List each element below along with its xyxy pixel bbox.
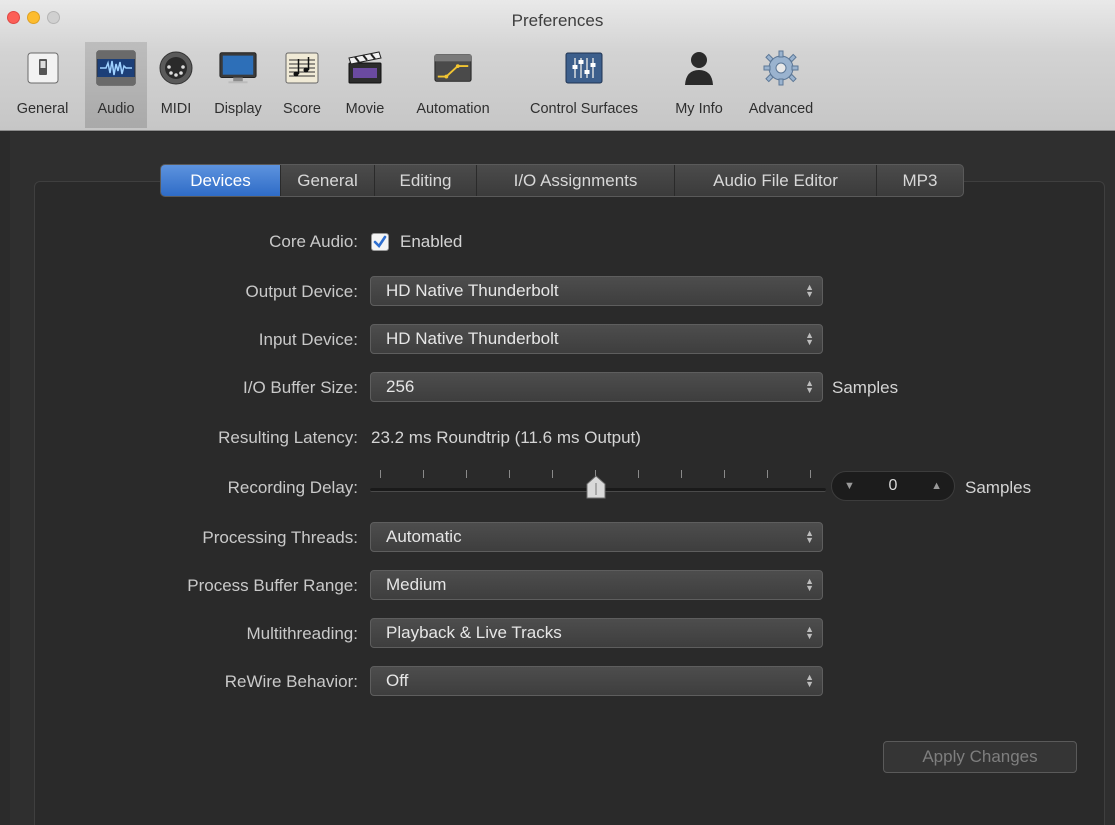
slider-tick bbox=[638, 470, 639, 478]
popup-arrows-icon: ▲ ▼ bbox=[805, 576, 814, 593]
tab-editing[interactable]: Editing bbox=[375, 165, 477, 196]
multithreading-value: Playback & Live Tracks bbox=[386, 623, 562, 642]
checkmark-icon bbox=[373, 235, 387, 249]
popup-arrows-icon: ▲ ▼ bbox=[805, 624, 814, 641]
toolbar-label: MIDI bbox=[160, 101, 192, 117]
toolbar-item-score[interactable]: Score bbox=[271, 42, 333, 128]
gear-icon bbox=[761, 48, 801, 88]
processing-threads-popup[interactable]: Automatic ▲ ▼ bbox=[370, 522, 823, 552]
popup-arrows-icon: ▲ ▼ bbox=[805, 330, 814, 347]
toolbar-label: Display bbox=[214, 101, 262, 117]
slider-tick bbox=[724, 470, 725, 478]
core-audio-checkbox[interactable] bbox=[371, 233, 389, 251]
faders-icon bbox=[564, 48, 604, 88]
output-device-label: Output Device: bbox=[245, 282, 358, 301]
monitor-icon bbox=[218, 48, 258, 88]
toolbar-label: My Info bbox=[675, 101, 723, 117]
waveform-icon bbox=[96, 48, 136, 88]
apply-changes-button[interactable]: Apply Changes bbox=[883, 741, 1077, 773]
preferences-content: Devices General Editing I/O Assignments … bbox=[10, 132, 1115, 825]
rewire-behavior-popup[interactable]: Off ▲ ▼ bbox=[370, 666, 823, 696]
toolbar-item-midi[interactable]: MIDI bbox=[147, 42, 205, 128]
io-buffer-size-label: I/O Buffer Size: bbox=[243, 378, 358, 397]
resulting-latency-value: 23.2 ms Roundtrip (11.6 ms Output) bbox=[371, 428, 641, 447]
processing-threads-value: Automatic bbox=[386, 527, 462, 546]
toolbar-label: Movie bbox=[345, 101, 385, 117]
popup-arrows-icon: ▲ ▼ bbox=[805, 282, 814, 299]
person-icon bbox=[679, 48, 719, 88]
toolbar-item-automation[interactable]: Automation bbox=[397, 42, 509, 128]
preferences-toolbar: General Audio MIDI Display Score Movie A… bbox=[0, 42, 823, 128]
window-titlebar: Preferences General Audio MIDI Display S… bbox=[0, 0, 1115, 131]
rewire-behavior-value: Off bbox=[386, 671, 409, 690]
resulting-latency-label: Resulting Latency: bbox=[218, 428, 358, 447]
toolbar-item-movie[interactable]: Movie bbox=[333, 42, 397, 128]
output-device-value: HD Native Thunderbolt bbox=[386, 281, 559, 300]
audio-tab-bar: Devices General Editing I/O Assignments … bbox=[160, 164, 964, 197]
toolbar-label: General bbox=[16, 101, 69, 117]
core-audio-enabled-label[interactable]: Enabled bbox=[400, 232, 462, 252]
slider-tick bbox=[681, 470, 682, 478]
toolbar-label: Advanced bbox=[748, 101, 814, 117]
io-buffer-size-popup[interactable]: 256 ▲ ▼ bbox=[370, 372, 823, 402]
window-title: Preferences bbox=[511, 11, 604, 30]
tab-mp3[interactable]: MP3 bbox=[877, 165, 963, 196]
io-buffer-size-value: 256 bbox=[386, 377, 415, 396]
io-buffer-size-unit: Samples bbox=[832, 378, 899, 397]
tab-devices[interactable]: Devices bbox=[161, 165, 281, 196]
toolbar-item-control-surfaces[interactable]: Control Surfaces bbox=[509, 42, 659, 128]
decrement-arrow-icon[interactable]: ▼ bbox=[844, 480, 855, 492]
tab-audio-file-editor[interactable]: Audio File Editor bbox=[675, 165, 877, 196]
slider-tick bbox=[810, 470, 811, 478]
popup-arrows-icon: ▲ ▼ bbox=[805, 528, 814, 545]
multithreading-label: Multithreading: bbox=[246, 624, 358, 643]
recording-delay-slider-knob[interactable] bbox=[585, 474, 607, 500]
processing-threads-label: Processing Threads: bbox=[202, 528, 358, 547]
popup-arrows-icon: ▲ ▼ bbox=[805, 378, 814, 395]
recording-delay-unit: Samples bbox=[965, 478, 1032, 497]
slider-tick bbox=[767, 470, 768, 478]
switch-icon bbox=[23, 48, 63, 88]
slider-tick bbox=[423, 470, 424, 478]
score-icon bbox=[282, 48, 322, 88]
slider-tick bbox=[509, 470, 510, 478]
midi-connector-icon bbox=[156, 48, 196, 88]
input-device-popup[interactable]: HD Native Thunderbolt ▲ ▼ bbox=[370, 324, 823, 354]
tab-general[interactable]: General bbox=[281, 165, 375, 196]
recording-delay-label: Recording Delay: bbox=[227, 478, 358, 497]
toolbar-label: Score bbox=[283, 101, 321, 117]
slider-tick bbox=[552, 470, 553, 478]
automation-icon bbox=[433, 48, 473, 88]
recording-delay-value: 0 bbox=[888, 477, 898, 494]
recording-delay-stepper[interactable]: ▼ 0 ▲ bbox=[831, 471, 955, 501]
tab-io-assignments[interactable]: I/O Assignments bbox=[477, 165, 675, 196]
toolbar-label: Automation bbox=[416, 101, 490, 117]
toolbar-label: Audio bbox=[97, 101, 135, 117]
toolbar-item-display[interactable]: Display bbox=[205, 42, 271, 128]
rewire-behavior-label: ReWire Behavior: bbox=[224, 672, 358, 691]
increment-arrow-icon[interactable]: ▲ bbox=[931, 480, 942, 492]
core-audio-label: Core Audio: bbox=[269, 232, 358, 251]
process-buffer-range-label: Process Buffer Range: bbox=[187, 576, 358, 595]
multithreading-popup[interactable]: Playback & Live Tracks ▲ ▼ bbox=[370, 618, 823, 648]
toolbar-item-audio[interactable]: Audio bbox=[85, 42, 147, 128]
toolbar-item-advanced[interactable]: Advanced bbox=[739, 42, 823, 128]
slider-tick bbox=[466, 470, 467, 478]
process-buffer-range-value: Medium bbox=[386, 575, 447, 594]
process-buffer-range-popup[interactable]: Medium ▲ ▼ bbox=[370, 570, 823, 600]
output-device-popup[interactable]: HD Native Thunderbolt ▲ ▼ bbox=[370, 276, 823, 306]
clapperboard-icon bbox=[345, 48, 385, 88]
toolbar-label: Control Surfaces bbox=[530, 101, 638, 117]
input-device-label: Input Device: bbox=[258, 330, 358, 349]
input-device-value: HD Native Thunderbolt bbox=[386, 329, 559, 348]
popup-arrows-icon: ▲ ▼ bbox=[805, 672, 814, 689]
toolbar-item-general[interactable]: General bbox=[0, 42, 85, 128]
slider-tick bbox=[380, 470, 381, 478]
toolbar-item-my-info[interactable]: My Info bbox=[659, 42, 739, 128]
